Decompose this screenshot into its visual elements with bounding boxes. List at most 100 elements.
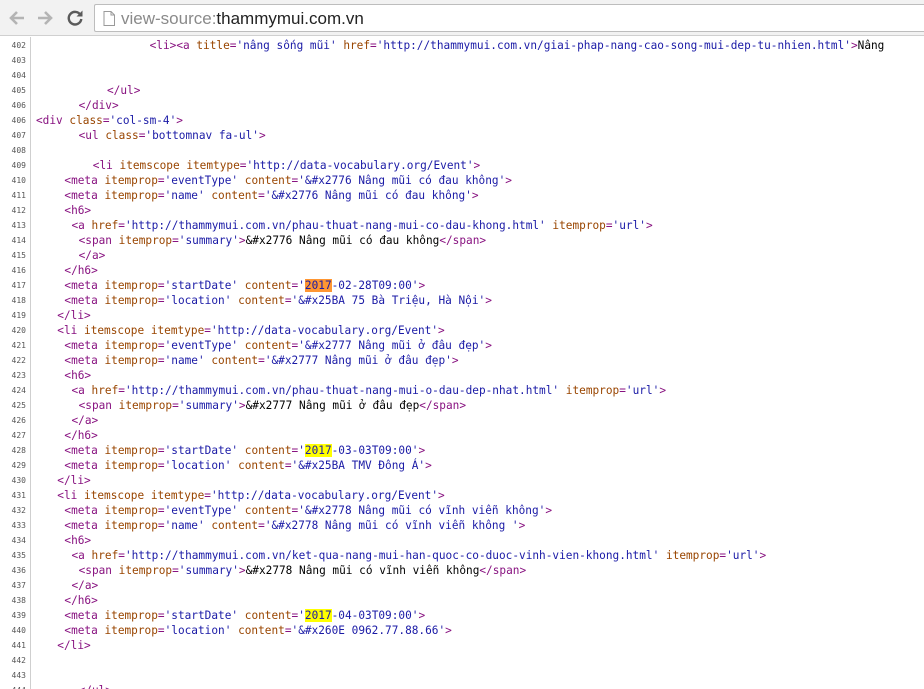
source-line: <meta itemprop='name' content='&#x2778 N… <box>64 518 525 533</box>
attribute-value-token: 'nâng sống mũi' <box>236 39 337 52</box>
search-highlight: 2017 <box>304 279 332 292</box>
html-tag-token <box>238 279 245 292</box>
html-tag-token: > <box>438 489 445 502</box>
html-tag-token <box>238 339 245 352</box>
line-number: 433 <box>11 521 26 530</box>
address-bar[interactable]: view-source:thammymui.com.vn <box>94 4 924 32</box>
attribute-name-token: itemscope <box>84 489 145 502</box>
html-tag-token: <ul <box>78 129 106 142</box>
html-tag-token: <li> <box>149 39 177 52</box>
attribute-link-token[interactable]: 'http://thammymui.com.vn/ket-qua-nang-mu… <box>125 549 659 562</box>
html-tag-token: <meta <box>64 459 105 472</box>
source-line: <li itemscope itemtype='http://data-voca… <box>57 323 444 338</box>
html-tag-token: > <box>425 459 432 472</box>
attribute-name-token: itemprop <box>118 399 173 412</box>
reload-icon <box>67 10 83 26</box>
source-line: <ul class='bottomnav fa-ul'> <box>79 128 266 143</box>
attribute-value-token: -03-03T09:00' <box>331 444 419 457</box>
html-tag-token: = <box>204 489 211 502</box>
source-view[interactable]: 402 403 404 405 406 406 407 408 409 410 411 412 413 4… <box>0 37 924 689</box>
attribute-name-token: itemprop <box>104 609 158 622</box>
line-number: 417 <box>11 281 26 290</box>
attribute-value-token: 'http://data-vocabulary.org/Event' <box>210 489 439 502</box>
line-number: 440 <box>11 626 26 635</box>
line-number: 442 <box>11 656 26 665</box>
attribute-value-token: 'summary' <box>178 399 239 412</box>
html-tag-token <box>144 324 151 337</box>
line-number: 426 <box>11 416 26 425</box>
line-number: 428 <box>11 446 26 455</box>
line-number: 418 <box>11 296 26 305</box>
source-line: <h6> <box>64 368 91 383</box>
html-tag-token: = <box>284 459 292 472</box>
html-tag-token: = <box>157 459 165 472</box>
attribute-name-token: itemprop <box>104 504 158 517</box>
html-tag-token: = <box>157 444 165 457</box>
forward-button[interactable] <box>34 7 56 29</box>
source-line: <span itemprop='summary'>&#x2778 Nâng mũ… <box>79 563 527 578</box>
attribute-name-token: href <box>91 384 119 397</box>
html-tag-token: <meta <box>64 189 105 202</box>
html-tag-token: > <box>238 234 246 247</box>
attribute-value-token: 'bottomnav fa-ul' <box>145 129 259 142</box>
source-line: <li><a title='nâng sống mũi' href='http:… <box>150 38 885 53</box>
url-host: thammymui.com.vn <box>216 9 364 28</box>
line-number: 438 <box>11 596 26 605</box>
html-tag-token: </li> <box>57 309 91 322</box>
attribute-value-token: 'name' <box>164 189 205 202</box>
html-tag-token: > <box>505 174 512 187</box>
html-tag-token: > <box>445 624 452 637</box>
html-tag-token: </div> <box>78 99 119 112</box>
source-line: </div> <box>79 98 119 113</box>
html-tag-token: > <box>418 444 426 457</box>
reload-button[interactable] <box>64 7 86 29</box>
text-token: Nâng <box>857 39 885 52</box>
attribute-name-token: href <box>91 219 119 232</box>
html-tag-token: = <box>258 519 265 532</box>
html-tag-token: = <box>172 564 179 577</box>
attribute-value-token: ' <box>298 279 305 292</box>
line-number: 415 <box>11 251 26 260</box>
line-number: 412 <box>11 206 26 215</box>
html-tag-token: <h6> <box>64 204 92 217</box>
line-number: 402 <box>11 41 26 50</box>
attribute-link-token[interactable]: 'http://thammymui.com.vn/phau-thuat-nang… <box>125 384 559 397</box>
line-number: 411 <box>11 191 26 200</box>
html-tag-token: <meta <box>64 279 105 292</box>
html-tag-token: <h6> <box>64 534 92 547</box>
html-tag-token: = <box>157 624 165 637</box>
html-tag-token: = <box>157 174 165 187</box>
attribute-value-token: 'url' <box>625 384 660 397</box>
attribute-link-token[interactable]: 'http://thammymui.com.vn/giai-phap-nang-… <box>377 39 851 52</box>
source-line: <meta itemprop='startDate' content='2017… <box>64 608 425 623</box>
attribute-link-token[interactable]: 'http://thammymui.com.vn/phau-thuat-nang… <box>125 219 546 232</box>
line-number: 408 <box>11 146 26 155</box>
html-tag-token: </ul> <box>107 84 141 97</box>
url-text[interactable]: view-source:thammymui.com.vn <box>121 9 364 29</box>
html-tag-token: > <box>485 294 492 307</box>
line-number: 443 <box>11 671 26 680</box>
html-tag-token: </h6> <box>64 264 98 277</box>
html-tag-token: > <box>545 504 553 517</box>
attribute-name-token: itemprop <box>552 219 606 232</box>
line-number: 410 <box>11 176 26 185</box>
html-tag-token <box>238 174 245 187</box>
line-number: 420 <box>11 326 26 335</box>
source-line: </a> <box>72 578 99 593</box>
html-tag-token: = <box>172 399 179 412</box>
source-line: </a> <box>79 248 106 263</box>
back-button[interactable] <box>6 7 28 29</box>
line-number: 436 <box>11 566 26 575</box>
attribute-value-token: '&#x2776 Nâng mũi có đau không' <box>264 189 472 202</box>
line-number: 430 <box>11 476 26 485</box>
html-tag-token <box>559 384 566 397</box>
source-line: </h6> <box>64 428 97 443</box>
attribute-name-token: itemtype <box>186 159 240 172</box>
html-tag-token: <meta <box>64 339 105 352</box>
source-line: <span itemprop='summary'>&#x2777 Nâng mũ… <box>79 398 466 413</box>
attribute-name-token: itemprop <box>104 519 158 532</box>
text-token: &#x2778 Nâng mũi có vĩnh viễn không <box>245 564 480 577</box>
html-tag-token: = <box>204 324 211 337</box>
html-tag-token: </a> <box>78 249 106 262</box>
attribute-value-token: '&#x25BA TMV Đông Á' <box>291 459 426 472</box>
